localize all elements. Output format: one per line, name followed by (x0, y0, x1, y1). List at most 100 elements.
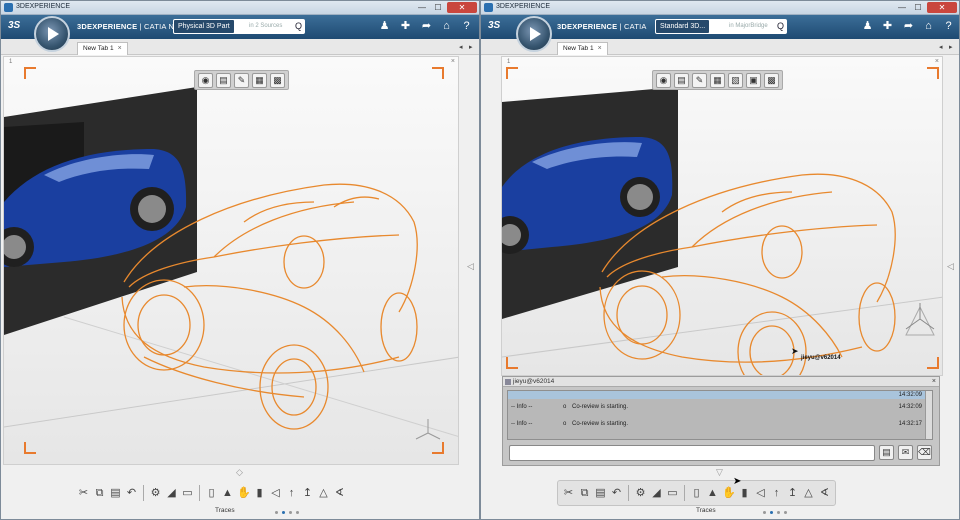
figure-icon[interactable]: △ (317, 485, 330, 501)
minimize-button[interactable]: — (895, 2, 909, 13)
chat-log-row[interactable]: -- Info -- o Co-review is starting. 14:3… (508, 419, 932, 429)
window-settings-icon[interactable]: ▩ (270, 73, 285, 88)
help-icon[interactable]: ? (941, 19, 956, 34)
tab-next-icon[interactable]: ▸ (469, 43, 473, 51)
maximize-button[interactable]: ☐ (431, 2, 445, 13)
maximize-button[interactable]: ☐ (911, 2, 925, 13)
chat-scrollbar[interactable] (925, 391, 932, 439)
fill-icon[interactable]: ▲ (706, 485, 719, 501)
settings-gear-icon[interactable]: ⚙ (149, 485, 162, 501)
fill-icon[interactable]: ▲ (221, 485, 234, 501)
close-button[interactable]: ✕ (447, 2, 477, 13)
page-dot-active[interactable] (282, 511, 285, 514)
sheet-icon[interactable]: ▭ (181, 485, 194, 501)
share-icon[interactable]: ➦ (419, 19, 434, 34)
copy-icon[interactable]: ⧉ (578, 485, 591, 501)
tab-next-icon[interactable]: ▸ (949, 43, 953, 51)
page-dot[interactable] (763, 511, 766, 514)
help-icon[interactable]: ? (459, 19, 474, 34)
undo-icon[interactable]: ↶ (125, 485, 138, 501)
paint-icon[interactable]: ◢ (650, 485, 663, 501)
cut-icon[interactable]: ✂ (562, 485, 575, 501)
home-icon[interactable]: ⌂ (921, 19, 936, 34)
window-settings-icon[interactable]: ▩ (764, 73, 779, 88)
add-icon[interactable]: ✚ (880, 19, 895, 34)
search-box[interactable]: Physical 3D Part in 2 Sources Q (173, 19, 305, 34)
page-icon[interactable]: ▯ (690, 485, 703, 501)
window-icon[interactable]: ▣ (746, 73, 761, 88)
tab-close-icon[interactable]: × (118, 45, 122, 52)
chat-log[interactable]: 14:32:09 -- Info -- o Co-review is start… (507, 390, 933, 440)
windows-icon[interactable]: ▦ (252, 73, 267, 88)
3d-viewer[interactable]: 1 × (3, 56, 459, 465)
tab-new-tab-1[interactable]: New Tab 1 × (77, 42, 128, 55)
chat-log-row-selected[interactable]: 14:32:09 (508, 391, 932, 399)
send-mail-icon[interactable]: ✉ (898, 445, 913, 460)
arrow-up-icon[interactable]: ↑ (285, 485, 298, 501)
page-dot[interactable] (296, 511, 299, 514)
arrow-up-icon[interactable]: ↑ (770, 485, 783, 501)
settings-gear-icon[interactable]: ⚙ (634, 485, 647, 501)
clipboard-icon[interactable]: ▤ (674, 73, 689, 88)
arrow-pin-icon[interactable]: ↥ (786, 485, 799, 501)
tab-prev-icon[interactable]: ◂ (939, 43, 943, 51)
compass-play-button[interactable] (34, 16, 70, 52)
bottle-icon[interactable]: ▮ (738, 485, 751, 501)
panel-expander-icon[interactable]: ◇ (236, 467, 243, 478)
3d-viewer[interactable]: 1 × (501, 56, 943, 376)
pencil-icon[interactable]: ✎ (234, 73, 249, 88)
page-dot[interactable] (289, 511, 292, 514)
sheet-icon[interactable]: ▭ (666, 485, 679, 501)
panel-expander-icon[interactable]: ▽ (716, 467, 723, 478)
search-input[interactable]: in MajorBridge (729, 19, 768, 34)
share-icon[interactable]: ➦ (901, 19, 916, 34)
tab-prev-icon[interactable]: ◂ (459, 43, 463, 51)
search-source-selector[interactable]: Standard 3D... (656, 20, 710, 33)
compass-play-button[interactable] (516, 16, 552, 52)
paste-icon[interactable]: ▤ (109, 485, 122, 501)
camera-icon[interactable]: ◉ (198, 73, 213, 88)
hand-icon[interactable]: ✋ (237, 485, 251, 501)
copy-icon[interactable]: ⧉ (93, 485, 106, 501)
attach-icon[interactable]: ▤ (879, 445, 894, 460)
shape-icon[interactable]: ◁ (754, 485, 767, 501)
page-dot[interactable] (784, 511, 787, 514)
tab-new-tab-1[interactable]: New Tab 1 × (557, 42, 608, 55)
close-button[interactable]: ✕ (927, 2, 957, 13)
user-icon[interactable]: ♟ (860, 19, 875, 34)
search-source-selector[interactable]: Physical 3D Part (174, 20, 234, 33)
tab-close-icon[interactable]: × (598, 45, 602, 52)
chat-log-row[interactable]: -- Info -- o Co-review is starting. 14:3… (508, 402, 932, 412)
page-icon[interactable]: ▯ (205, 485, 218, 501)
side-panel-arrow-icon[interactable]: ◁ (947, 261, 954, 272)
hand-icon[interactable]: ✋ (722, 485, 736, 501)
eraser-icon[interactable]: ⌫ (917, 445, 932, 460)
chat-close-icon[interactable]: × (932, 377, 936, 387)
page-dot-active[interactable] (770, 511, 773, 514)
screen-share-icon[interactable]: ▧ (728, 73, 743, 88)
add-icon[interactable]: ✚ (398, 19, 413, 34)
paste-icon[interactable]: ▤ (594, 485, 607, 501)
figure-icon[interactable]: △ (802, 485, 815, 501)
undo-icon[interactable]: ↶ (610, 485, 623, 501)
minimize-button[interactable]: — (415, 2, 429, 13)
cut-icon[interactable]: ✂ (77, 485, 90, 501)
page-dot[interactable] (275, 511, 278, 514)
camera-icon[interactable]: ◉ (656, 73, 671, 88)
windows-icon[interactable]: ▦ (710, 73, 725, 88)
pencil-icon[interactable]: ✎ (692, 73, 707, 88)
page-dot[interactable] (777, 511, 780, 514)
measure-icon[interactable]: ∢ (818, 485, 831, 501)
shape-icon[interactable]: ◁ (269, 485, 282, 501)
search-box[interactable]: Standard 3D... in MajorBridge Q (655, 19, 787, 34)
clipboard-icon[interactable]: ▤ (216, 73, 231, 88)
side-panel-arrow-icon[interactable]: ◁ (467, 261, 474, 272)
home-icon[interactable]: ⌂ (439, 19, 454, 34)
chat-message-input[interactable] (509, 445, 875, 461)
user-icon[interactable]: ♟ (377, 19, 392, 34)
search-icon[interactable]: Q (777, 19, 784, 34)
paint-icon[interactable]: ◢ (165, 485, 178, 501)
arrow-pin-icon[interactable]: ↥ (301, 485, 314, 501)
search-input[interactable]: in 2 Sources (249, 19, 282, 34)
bottle-icon[interactable]: ▮ (253, 485, 266, 501)
